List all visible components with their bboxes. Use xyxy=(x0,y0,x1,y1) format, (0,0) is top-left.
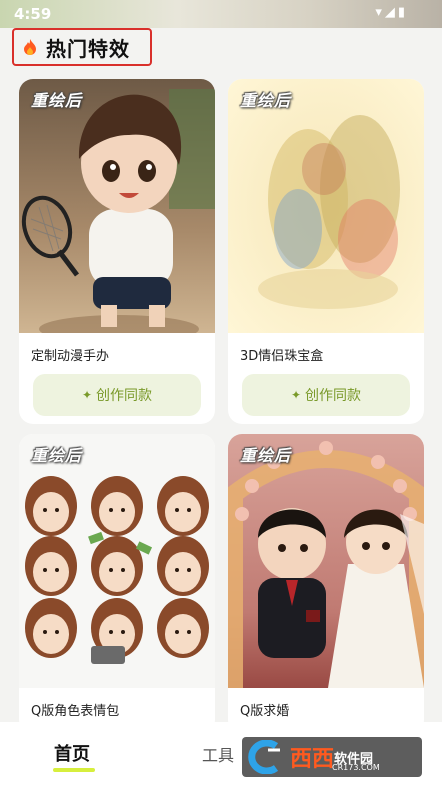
card-thumbnail[interactable]: 重绘后 xyxy=(19,79,215,333)
card-thumbnail[interactable]: 重绘后 xyxy=(228,79,424,333)
watermark-url: CR173.COM xyxy=(332,763,380,772)
redraw-badge: 重绘后 xyxy=(240,91,292,110)
flame-icon xyxy=(24,39,36,55)
figure-image xyxy=(19,79,215,333)
card-thumbnail[interactable]: 重绘后 xyxy=(228,434,424,688)
jewelry-box-image xyxy=(228,79,424,333)
proposal-image xyxy=(228,434,424,688)
redraw-badge: 重绘后 xyxy=(31,446,83,465)
section-title: 热门特效 xyxy=(46,36,130,61)
create-same-label: 创作同款 xyxy=(305,388,362,404)
effect-card[interactable]: 重绘后 Q版角色表情包 xyxy=(19,434,215,734)
create-same-button[interactable]: ✦ 创作同款 xyxy=(33,374,201,416)
watermark-logo: 西西 软件园 CR173.COM xyxy=(242,737,422,777)
watermark-c-icon xyxy=(248,740,280,774)
sticker-grid-image xyxy=(19,434,215,688)
status-bar: 4:59 ▾◢▮ xyxy=(0,0,442,28)
nav-tab-home[interactable]: 首页 xyxy=(54,740,90,766)
create-same-label: 创作同款 xyxy=(96,388,153,404)
effect-card[interactable]: 重绘后 定制动漫手办 ✦ 创作同款 xyxy=(19,79,215,424)
effect-card[interactable]: 重绘后 Q版求婚 xyxy=(228,434,424,734)
status-icons: ▾◢▮ xyxy=(375,5,408,20)
nav-active-indicator xyxy=(53,768,95,772)
card-thumbnail[interactable]: 重绘后 xyxy=(19,434,215,688)
card-title: Q版求婚 xyxy=(240,704,290,719)
create-same-button[interactable]: ✦ 创作同款 xyxy=(242,374,410,416)
card-title: Q版角色表情包 xyxy=(31,704,120,719)
card-title: 定制动漫手办 xyxy=(31,349,110,364)
card-title: 3D情侣珠宝盒 xyxy=(240,349,324,364)
status-time: 4:59 xyxy=(14,5,52,23)
sparkle-icon: ✦ xyxy=(290,388,302,402)
section-header: 热门特效 xyxy=(12,28,152,66)
sparkle-icon: ✦ xyxy=(81,388,93,402)
watermark-brand: 西西 xyxy=(290,747,335,772)
redraw-badge: 重绘后 xyxy=(31,91,83,110)
nav-tab-tools[interactable]: 工具 xyxy=(202,742,234,766)
effect-card[interactable]: 重绘后 3D情侣珠宝盒 ✦ 创作同款 xyxy=(228,79,424,424)
redraw-badge: 重绘后 xyxy=(240,446,292,465)
